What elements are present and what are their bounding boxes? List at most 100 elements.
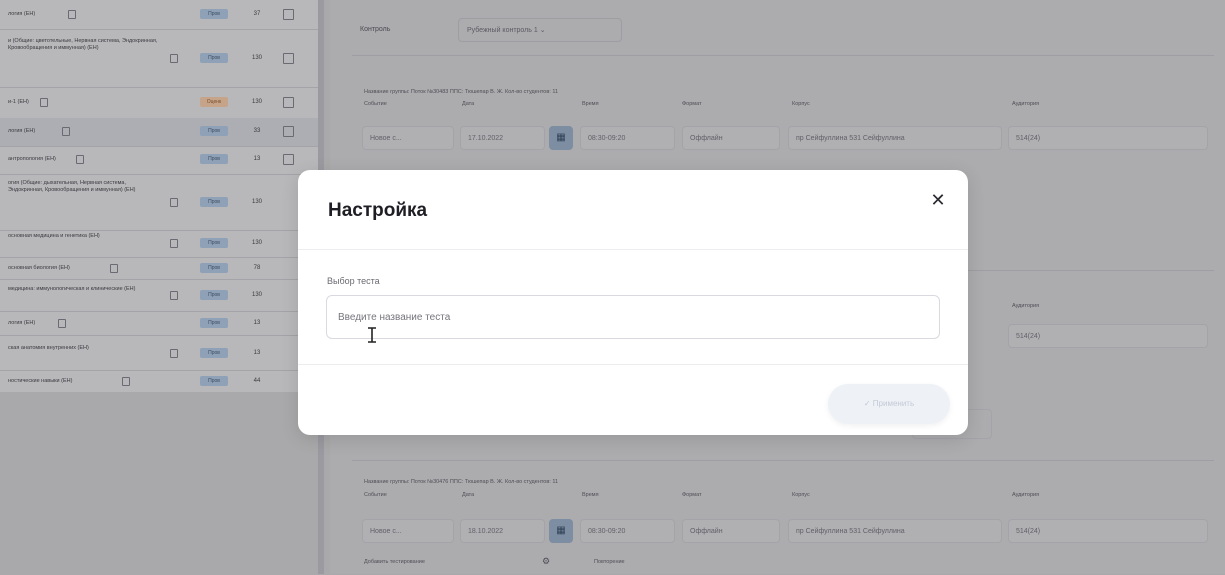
building-select[interactable]: пр Сейфуллина 531 Сейфуллина [788,126,1002,150]
calendar-icon[interactable]: ▦ [549,126,573,150]
table-row[interactable]: основная медицина и генетика (ЕН) Пров 1… [0,230,318,258]
copy-icon[interactable] [170,198,178,207]
format-label: Формат [682,101,702,107]
status-badge: Пров [200,290,228,300]
building-select[interactable]: пр Сейфуллина 531 Сейфуллина [788,519,1002,543]
disciplines-table: логия (ЕН) Пров 37 и (Общие: цветотельны… [0,0,324,574]
calendar-icon[interactable]: ▦ [549,519,573,543]
table-row[interactable]: и-1 (ЕН) Оценк 130 [0,87,318,119]
building-label: Корпус [792,101,810,107]
test-search-input[interactable] [326,295,940,339]
group-meta: Название группы: Поток №30476 ППС: Тюшеп… [364,479,559,485]
time-label: Время [582,101,599,107]
gear-icon[interactable]: ⚙ [542,556,550,567]
discipline-name: ская анатомия внутренних (ЕН) [8,345,89,351]
status-badge: Пров [200,376,228,386]
table-row[interactable]: и (Общие: цветотельные, Нервная система,… [0,29,318,88]
copy-icon[interactable] [170,291,178,300]
status-badge: Пров [200,318,228,328]
chevron-down-icon: ⌄ [539,27,546,34]
event-label: Событие [364,101,387,107]
group-meta: Название группы: Поток №30483 ППС: Тюшеп… [364,89,559,95]
format-select[interactable]: Оффлайн [682,519,780,543]
date-input[interactable]: 18.10.2022 [460,519,545,543]
discipline-name: логия (ЕН) [8,11,36,17]
status-badge: Пров [200,53,228,63]
time-label: Время [582,492,599,498]
table-row[interactable]: основная биология (ЕН) Пров 78 [0,257,318,280]
copy-icon[interactable] [40,98,48,107]
count-value: 37 [253,11,261,17]
group-panel: Название группы: Поток №30476 ППС: Тюшеп… [352,460,1214,575]
table-empty-area [0,392,318,574]
edit-icon[interactable] [283,97,294,108]
add-tests-link[interactable]: Добавить тестирование [364,559,425,565]
check-icon: ✓ [863,399,871,408]
settings-modal: Настройка ✕ Выбор теста ✓ Применить [298,170,968,435]
table-row[interactable]: логия (ЕН) Пров 13 [0,311,318,336]
table-row[interactable]: логия (ЕН) Пров 37 [0,0,318,30]
status-badge: Пров [200,126,228,136]
text-cursor-icon [368,327,376,343]
date-label: Дата [462,101,475,107]
event-label: Событие [364,492,387,498]
count-value: 78 [253,265,261,271]
format-select[interactable]: Оффлайн [682,126,780,150]
table-row[interactable]: ностические навыки (ЕН) Пров 44 [0,370,318,393]
copy-icon[interactable] [110,264,118,273]
status-badge: Пров [200,9,228,19]
repeat-label: Повторение [594,559,625,565]
table-row[interactable]: ская анатомия внутренних (ЕН) Пров 13 [0,335,318,371]
copy-icon[interactable] [170,54,178,63]
format-label: Формат [682,492,702,498]
discipline-name: логия (ЕН) [8,320,36,326]
copy-icon[interactable] [68,10,76,19]
copy-icon[interactable] [170,349,178,358]
discipline-name: логия (ЕН) [8,128,36,134]
control-select[interactable]: Рубежный контроль 1 ⌄ [458,18,622,42]
edit-icon[interactable] [283,126,294,137]
event-select[interactable]: Новое с... [362,519,454,543]
group-panel: Название группы: Поток №30483 ППС: Тюшеп… [352,55,1214,176]
status-badge: Пров [200,154,228,164]
event-select[interactable]: Новое с... [362,126,454,150]
discipline-name: и-1 (ЕН) [8,99,29,105]
count-value: 44 [253,378,261,384]
status-badge: Пров [200,263,228,273]
modal-divider [298,364,968,365]
status-badge: Пров [200,197,228,207]
copy-icon[interactable] [170,239,178,248]
edit-icon[interactable] [283,53,294,64]
room-select[interactable]: 514(24) [1008,519,1208,543]
apply-button[interactable]: ✓ Применить [828,384,950,424]
room-label: Аудитория [1012,303,1040,309]
count-value: 130 [251,55,262,61]
count-value: 130 [251,199,262,205]
time-select[interactable]: 08:30-09:20 [580,126,675,150]
date-input[interactable]: 17.10.2022 [460,126,545,150]
room-label: Аудитория [1012,101,1040,107]
copy-icon[interactable] [62,127,70,136]
copy-icon[interactable] [58,319,66,328]
page: логия (ЕН) Пров 37 и (Общие: цветотельны… [0,0,1225,574]
copy-icon[interactable] [76,155,84,164]
table-row[interactable]: логия (ЕН) Пров 33 [0,118,318,147]
table-row[interactable]: огия (Общие: дыхательная, Нервная систем… [0,174,318,231]
apply-label: Применить [872,399,915,408]
discipline-name: ностические навыки (ЕН) [8,378,73,384]
table-row[interactable]: антропология (ЕН) Пров 13 [0,146,318,175]
building-label: Корпус [792,492,810,498]
room-select[interactable]: 514(24) [1008,126,1208,150]
count-value: 130 [251,292,262,298]
modal-divider [298,249,968,250]
status-badge: Пров [200,348,228,358]
room-select[interactable]: 514(24) [1008,324,1208,348]
date-label: Дата [462,492,475,498]
close-icon[interactable]: ✕ [928,190,948,210]
time-select[interactable]: 08:30-09:20 [580,519,675,543]
copy-icon[interactable] [122,377,130,386]
edit-icon[interactable] [283,9,294,20]
edit-icon[interactable] [283,154,294,165]
discipline-name: огия (Общие: дыхательная, Нервная систем… [8,180,136,193]
table-row[interactable]: медицина: иммунологическая и клинические… [0,279,318,312]
